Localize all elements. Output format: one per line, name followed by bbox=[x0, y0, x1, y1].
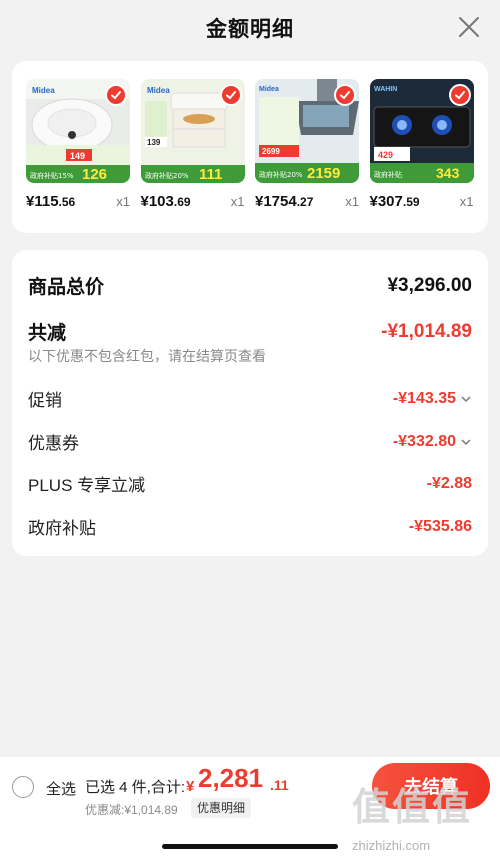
sum-integer: 2,281 bbox=[198, 763, 264, 793]
product-item[interactable]: Midea 139 政府补贴20% 111 ¥ 103 .69 x1 bbox=[140, 79, 256, 210]
svg-text:Midea: Midea bbox=[147, 86, 170, 95]
price-decimal: .69 bbox=[173, 195, 191, 209]
price-currency: ¥ bbox=[369, 193, 378, 210]
total-row: 商品总价 ¥3,296.00 bbox=[28, 272, 472, 299]
select-all-label[interactable]: 全选 bbox=[46, 778, 76, 799]
tag-price: 2159 bbox=[307, 165, 340, 182]
product-price-row: ¥ 115 .56 x1 bbox=[26, 193, 130, 210]
price-currency: ¥ bbox=[26, 193, 35, 210]
selected-count: 已选 4 件,合计: bbox=[85, 779, 186, 796]
tag-price: 343 bbox=[436, 165, 460, 181]
check-icon bbox=[111, 91, 121, 100]
product-thumbnail[interactable]: Midea 149 政府补贴15% 126 bbox=[26, 79, 130, 183]
discount-value: -¥2.88 bbox=[426, 474, 472, 492]
discount-row-promotion[interactable]: 促销 -¥143.35 bbox=[28, 386, 472, 411]
tag-price: 111 bbox=[199, 166, 222, 183]
close-icon bbox=[459, 17, 479, 37]
price-decimal: .59 bbox=[402, 195, 420, 209]
price-currency: ¥ bbox=[255, 193, 264, 210]
check-icon bbox=[454, 91, 465, 100]
product-quantity: x1 bbox=[230, 194, 245, 209]
price-decimal: .27 bbox=[296, 195, 314, 209]
tag-price: 126 bbox=[82, 166, 107, 183]
discount-value: -¥143.35 bbox=[392, 389, 456, 407]
selected-check[interactable] bbox=[105, 84, 127, 106]
chevron-down-icon bbox=[461, 438, 471, 445]
sheet-title: 金额明细 bbox=[206, 18, 294, 41]
product-thumbnail[interactable]: Midea 2699 政府补贴20% 2159 bbox=[255, 79, 359, 183]
tag-old-price: 149 bbox=[70, 151, 85, 161]
selected-check[interactable] bbox=[334, 84, 356, 106]
selected-check[interactable] bbox=[219, 84, 242, 106]
discount-row-plus: PLUS 专享立减 -¥2.88 bbox=[28, 471, 472, 496]
subsidy-badge: 政府补贴20% bbox=[145, 171, 189, 180]
total-value: ¥3,296.00 bbox=[387, 274, 472, 296]
tag-old-price: 429 bbox=[378, 150, 393, 160]
price-integer: 307 bbox=[377, 193, 403, 210]
subsidy-badge: 政府补贴20% bbox=[259, 170, 303, 179]
close-button[interactable] bbox=[456, 14, 482, 40]
product-thumbnail[interactable]: Midea 139 政府补贴20% 111 bbox=[140, 79, 245, 183]
svg-text:Midea: Midea bbox=[259, 86, 279, 93]
price-integer: 115 bbox=[34, 193, 59, 210]
selected-check[interactable] bbox=[448, 84, 471, 106]
discount-label: 促销 bbox=[28, 391, 62, 410]
subsidy-badge: 政府补贴 bbox=[374, 170, 402, 179]
discount-row-coupon[interactable]: 优惠券 -¥332.80 bbox=[28, 429, 472, 454]
product-quantity: x1 bbox=[459, 194, 474, 209]
product-price-row: ¥ 1754 .27 x1 bbox=[255, 193, 359, 210]
sheet-header: 金额明细 bbox=[0, 0, 500, 56]
svg-text:WAHIN: WAHIN bbox=[374, 86, 397, 93]
product-quantity: x1 bbox=[345, 194, 359, 209]
discount-label: 优惠券 bbox=[28, 434, 79, 453]
subsidy-badge: 政府补贴15% bbox=[30, 171, 74, 180]
product-item[interactable]: Midea 149 政府补贴15% 126 ¥ 115 .56 x1 bbox=[26, 79, 141, 210]
check-icon bbox=[225, 91, 236, 100]
svg-text:Midea: Midea bbox=[32, 86, 55, 95]
tag-old-price: 139 bbox=[147, 138, 161, 147]
discount-value: -¥332.80 bbox=[392, 432, 456, 450]
product-item[interactable]: WAHIN 429 政府补贴 343 ¥ 307 .59 x1 bbox=[369, 79, 485, 210]
tag-old-price: 2699 bbox=[262, 147, 280, 156]
price-integer: 1754 bbox=[263, 193, 297, 210]
product-price-row: ¥ 307 .59 x1 bbox=[370, 193, 474, 210]
check-icon bbox=[340, 91, 350, 100]
home-indicator bbox=[162, 844, 338, 849]
discount-label: 政府补贴 bbox=[28, 519, 96, 538]
product-thumbnail[interactable]: WAHIN 429 政府补贴 343 bbox=[369, 79, 474, 183]
total-label: 商品总价 bbox=[28, 277, 105, 298]
watermark-logo: 值值值 bbox=[352, 787, 473, 829]
chevron-down-icon bbox=[461, 395, 471, 402]
product-quantity: x1 bbox=[116, 194, 130, 209]
watermark-url: zhizhizhi.com bbox=[352, 838, 431, 853]
product-item[interactable]: Midea 2699 政府补贴20% 2159 ¥ 1754 .27 x1 bbox=[255, 79, 370, 210]
reduction-row: 共减 -¥1,014.89 bbox=[28, 318, 472, 345]
price-decimal: .56 bbox=[58, 195, 76, 209]
price-summary-card: 商品总价 ¥3,296.00 共减 -¥1,014.89 以下优惠不包含红包，请… bbox=[12, 250, 488, 556]
discount-note: 以下优惠不包含红包，请在结算页查看 bbox=[28, 348, 266, 364]
discount-summary: 优惠减:¥1,014.89 bbox=[85, 803, 178, 817]
reduction-value: -¥1,014.89 bbox=[381, 320, 472, 342]
discount-detail-button[interactable]: 优惠明细 bbox=[191, 798, 252, 818]
discount-value: -¥535.86 bbox=[408, 517, 472, 535]
sum-decimal: .11 bbox=[270, 777, 289, 793]
discount-label: PLUS 专享立减 bbox=[28, 476, 146, 495]
select-all-radio[interactable] bbox=[12, 776, 34, 798]
price-integer: 103 bbox=[148, 193, 174, 210]
reduction-label: 共减 bbox=[28, 323, 67, 344]
discount-row-subsidy: 政府补贴 -¥535.86 bbox=[28, 514, 472, 539]
price-currency: ¥ bbox=[140, 193, 149, 210]
products-card: Midea 149 政府补贴15% 126 ¥ 115 .56 x1 Midea… bbox=[12, 61, 488, 233]
product-price-row: ¥ 103 .69 x1 bbox=[141, 193, 245, 210]
sum-currency: ¥ bbox=[186, 778, 195, 795]
